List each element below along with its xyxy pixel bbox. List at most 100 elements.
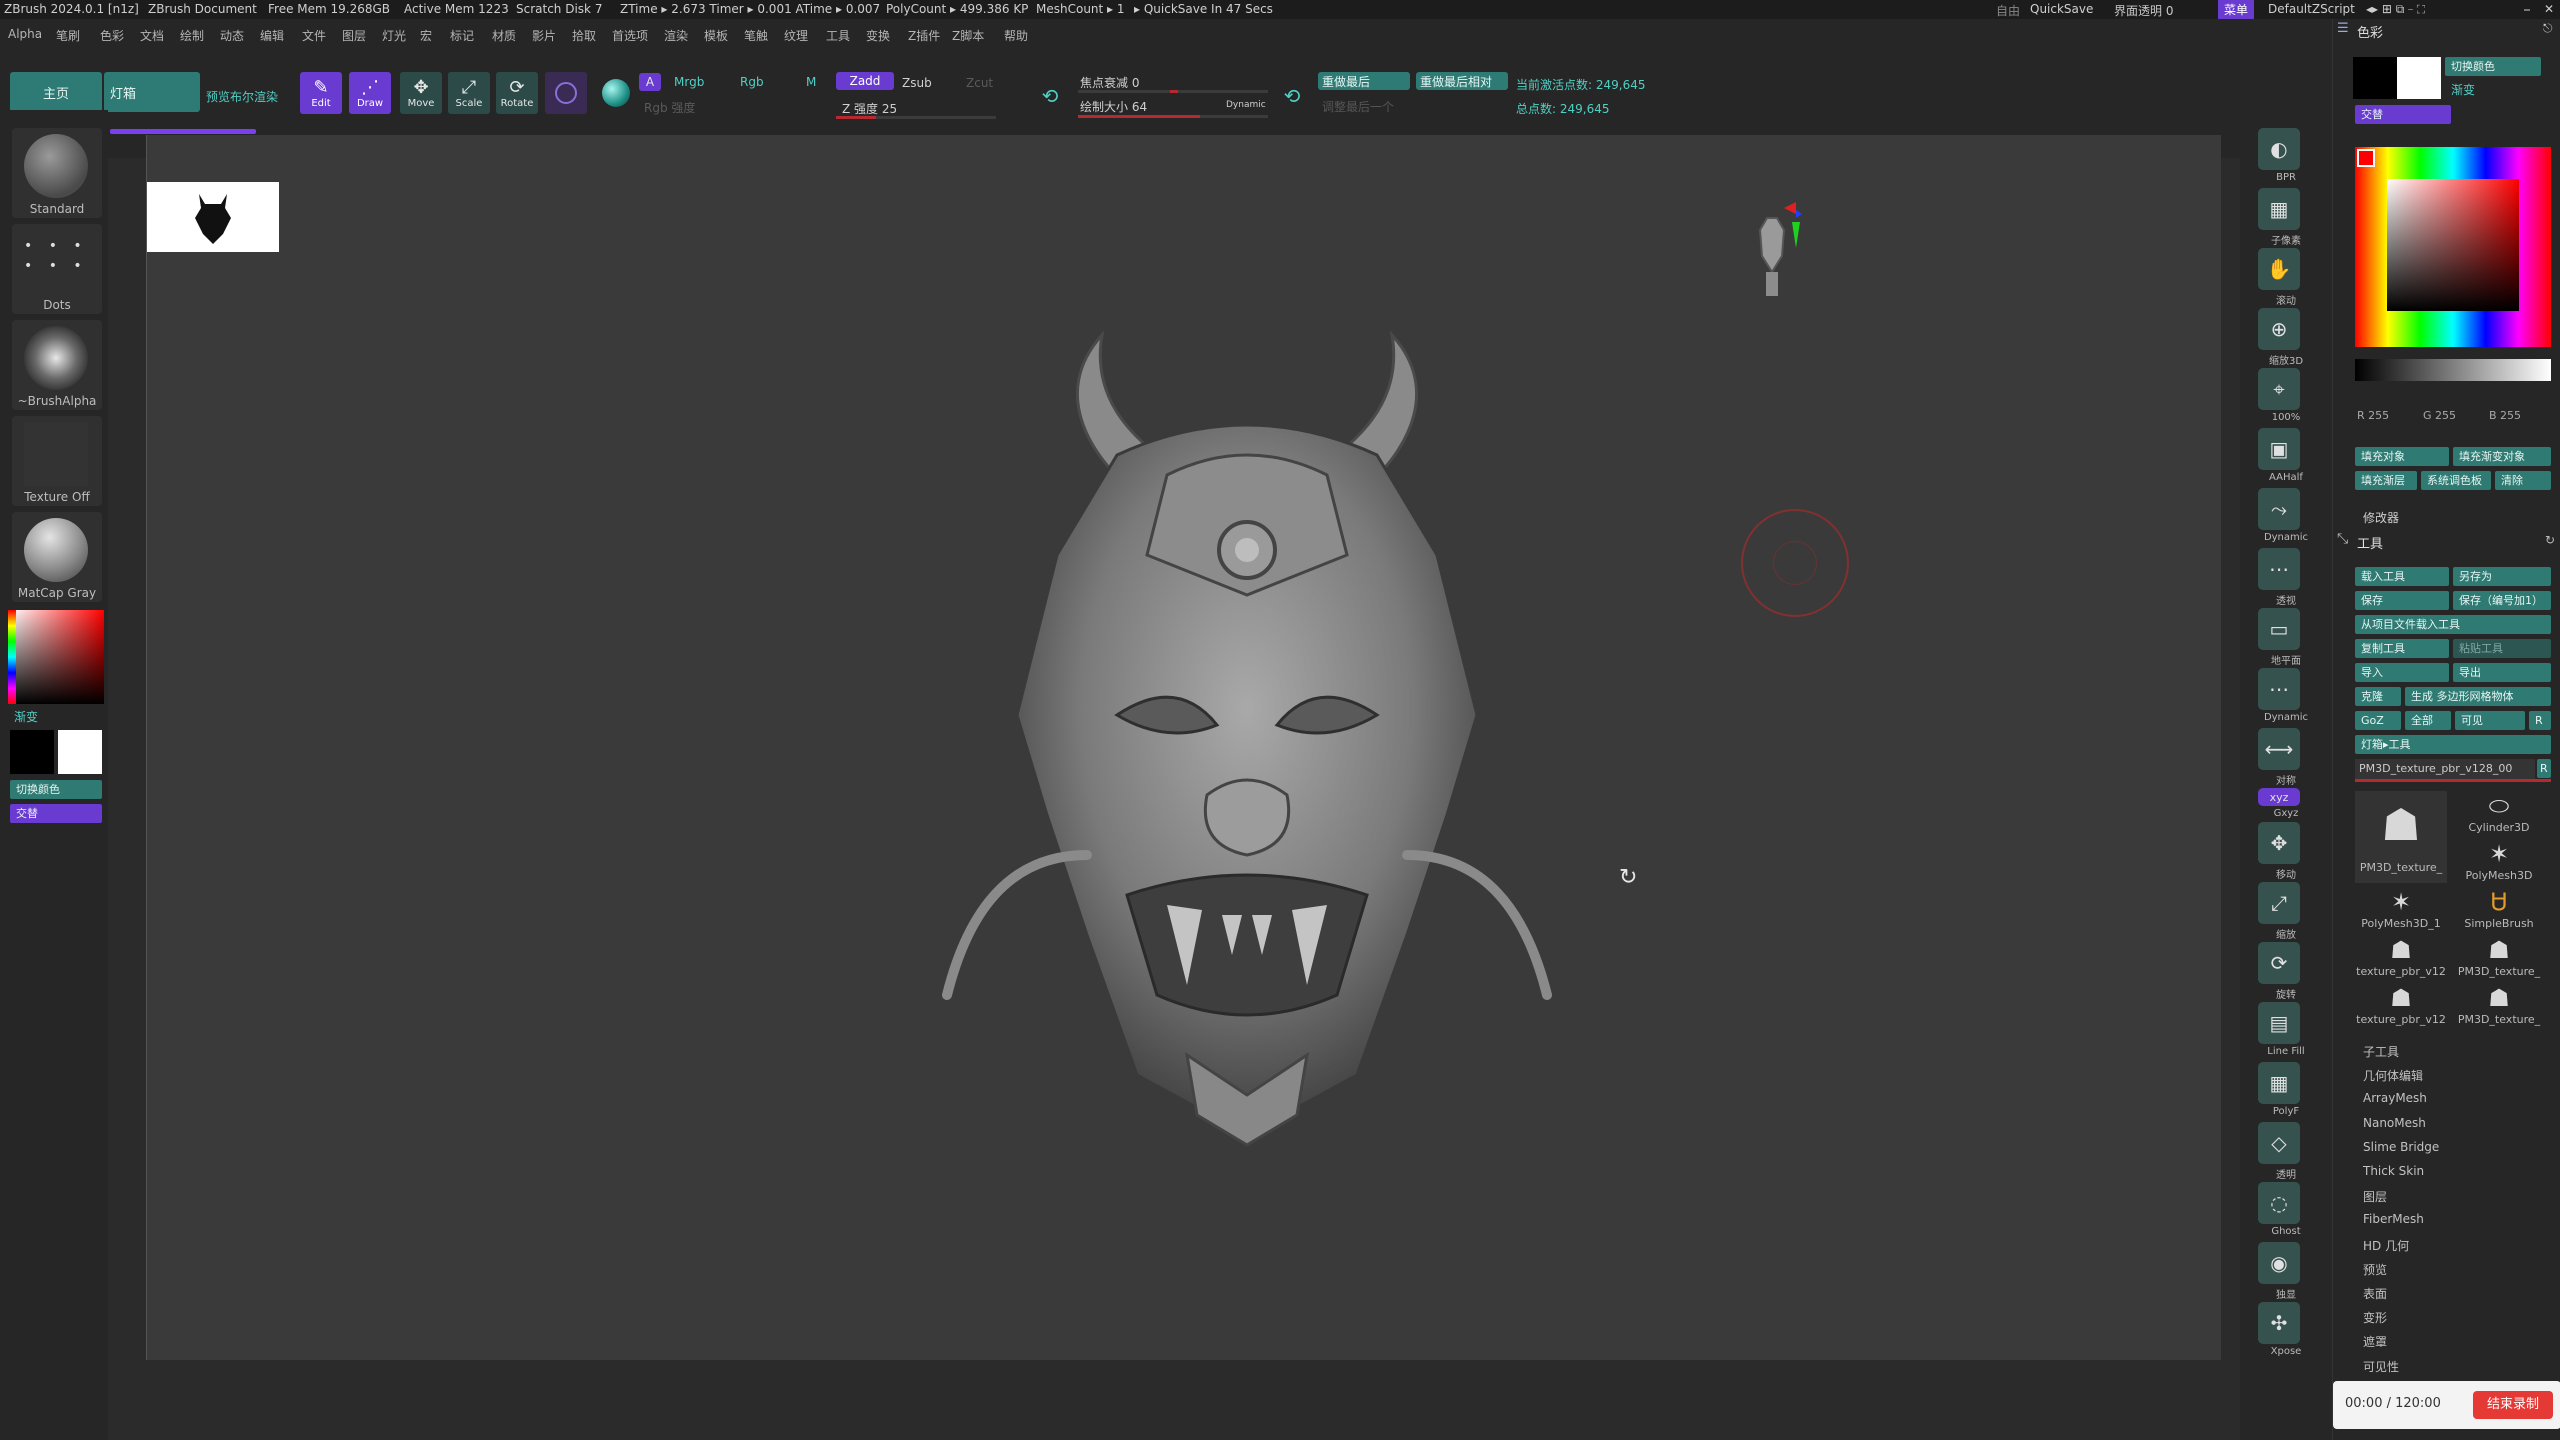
focal-shift-track[interactable] (1078, 90, 1268, 93)
rgb-toggle[interactable]: Rgb (740, 75, 764, 89)
menu-item[interactable]: 材质 (492, 27, 516, 44)
menu-item[interactable]: 文档 (140, 27, 164, 44)
menu-item[interactable]: 渲染 (664, 27, 688, 44)
menu-button[interactable]: 菜单 (2218, 0, 2255, 19)
tool-thumbnail[interactable]: ☗ texture_pbr_v12 (2355, 935, 2447, 979)
edit-button[interactable]: ✎ Edit (300, 72, 342, 114)
viewport-canvas[interactable]: ↻ (146, 135, 2221, 1360)
g-slider[interactable]: G 255 (2423, 409, 2456, 422)
menu-item[interactable]: 文件 (302, 27, 326, 44)
dynamic-toggle[interactable]: Dynamic (1226, 100, 1266, 110)
tool-palette-refresh-icon[interactable]: ↻ (2545, 533, 2555, 547)
subpalette-header[interactable]: Thick Skin (2363, 1164, 2424, 1178)
subpalette-header[interactable]: 可见性 (2363, 1358, 2399, 1375)
ui-transparency-slider[interactable]: 界面透明 0 (2114, 2, 2173, 19)
stroke-dots[interactable]: • • • • • • Dots (12, 224, 102, 314)
current-tool-slider[interactable]: PM3D_texture_pbr_v128_00 (2355, 759, 2535, 779)
subpalette-header[interactable]: 几何体编辑 (2363, 1067, 2423, 1084)
texture-off[interactable]: Texture Off (12, 416, 102, 506)
subpalette-header[interactable]: ArrayMesh (2363, 1091, 2427, 1105)
save-as-button[interactable]: 另存为 (2453, 567, 2551, 586)
clone-button[interactable]: 克隆 (2355, 687, 2401, 706)
palette-close-icon[interactable]: ⎋ (2543, 21, 2553, 36)
subpalette-header[interactable]: HD 几何 (2363, 1237, 2409, 1254)
focal-shift-slider[interactable]: 焦点衰减 0 (1080, 74, 1139, 91)
default-zscript-button[interactable]: DefaultZScript (2268, 2, 2355, 16)
tool-xpose-button[interactable]: ✣ (2258, 1302, 2300, 1344)
zsub-toggle[interactable]: Zsub (902, 76, 932, 90)
tool-thumbnail[interactable]: ☗ PM3D_texture_ (2453, 935, 2545, 979)
subpalette-header[interactable]: 预览 (2363, 1261, 2387, 1278)
move-button[interactable]: ✥ Move (400, 72, 442, 114)
menu-item[interactable]: 纹理 (784, 27, 808, 44)
import-button[interactable]: 导入 (2355, 663, 2449, 682)
tool-thumbnail[interactable]: ⬭ Cylinder3D (2453, 791, 2545, 835)
tool-gxyz-button[interactable]: xyz (2258, 788, 2300, 806)
menu-item[interactable]: 笔触 (744, 27, 768, 44)
switch-color-button[interactable]: 切换颜色 (10, 780, 102, 799)
tool-bpr-button[interactable]: ◐ (2258, 128, 2300, 170)
tool-linefill-button[interactable]: ▤ (2258, 1002, 2300, 1044)
menu-item[interactable]: 图层 (342, 27, 366, 44)
tool-floor-button[interactable]: ▭ (2258, 608, 2300, 650)
tool-thumbnail[interactable]: ☗ PM3D_texture_ (2453, 983, 2545, 1027)
zcut-toggle[interactable]: Zcut (966, 76, 993, 90)
menu-item[interactable]: 模板 (704, 27, 728, 44)
tool-sym-button[interactable]: ⟷ (2258, 728, 2300, 770)
draw-button[interactable]: ⋰ Draw (349, 72, 391, 114)
orientation-gizmo[interactable] (1742, 200, 1802, 304)
sys-palette-button[interactable]: 系统调色板 (2421, 471, 2491, 490)
tool-scale-button[interactable]: ⤢ (2258, 882, 2300, 924)
color-palette-header[interactable]: ☰ 色彩 ⎋ (2333, 19, 2560, 41)
draw-size-slider[interactable] (1078, 115, 1268, 118)
quicksave-button[interactable]: QuickSave (2030, 2, 2093, 16)
tool-rotate-button[interactable]: ⟳ (2258, 942, 2300, 984)
alternate-button[interactable]: 交替 (2355, 105, 2451, 124)
menu-item[interactable]: 帮助 (1004, 27, 1028, 44)
subpalette-header[interactable]: 子工具 (2363, 1043, 2399, 1060)
demon-mask-model[interactable] (887, 295, 1607, 1175)
subpalette-header[interactable]: Slime Bridge (2363, 1140, 2439, 1154)
tool-palette-grip-icon[interactable]: ⤡ (2337, 531, 2348, 547)
tool-thumbnail[interactable]: ✶ PolyMesh3D_1 (2355, 887, 2447, 931)
menu-item[interactable]: 拾取 (572, 27, 596, 44)
subpalette-header[interactable]: 表面 (2363, 1285, 2387, 1302)
load-from-project-button[interactable]: 从项目文件载入工具 (2355, 615, 2551, 634)
menu-item[interactable]: 绘制 (180, 27, 204, 44)
subpalette-header[interactable]: FiberMesh (2363, 1212, 2424, 1226)
paste-tool-button[interactable]: 粘贴工具 (2453, 639, 2551, 658)
menu-item[interactable]: 灯光 (382, 27, 406, 44)
menu-item[interactable]: 笔刷 (56, 27, 80, 44)
tool-persp-button[interactable]: ⋯ (2258, 548, 2300, 590)
tool-transp-button[interactable]: ◇ (2258, 1122, 2300, 1164)
subpalette-header[interactable]: 图层 (2363, 1188, 2387, 1205)
color-picker[interactable] (8, 610, 104, 704)
tool-thumbnail[interactable]: Ꮜ SimpleBrush (2453, 887, 2545, 931)
tool-dynamic-button[interactable]: ⤳ (2258, 488, 2300, 530)
gradient-toggle[interactable]: 渐变 (2451, 81, 2475, 98)
b-slider[interactable]: B 255 (2489, 409, 2521, 422)
modifiers-header[interactable]: 修改器 (2363, 509, 2399, 526)
replay-last-button[interactable]: 重做最后 (1318, 72, 1410, 90)
hue-ring[interactable] (2355, 147, 2551, 347)
main-color-swatch[interactable] (58, 730, 102, 774)
menu-item[interactable]: 色彩 (100, 27, 124, 44)
tool-scroll-button[interactable]: ✋ (2258, 248, 2300, 290)
adjust-last-slider[interactable]: 调整最后一个 (1322, 98, 1394, 115)
save-increment-button[interactable]: 保存（编号加1） (2453, 591, 2551, 610)
tab-home[interactable]: 主页 (10, 72, 102, 112)
secondary-color-swatch[interactable] (2353, 57, 2397, 99)
current-tool-r-button[interactable]: R (2537, 759, 2551, 778)
switch-color-button[interactable]: 切换颜色 (2445, 57, 2541, 76)
tool-thumbnail[interactable]: ☗ PM3D_texture_ (2355, 791, 2447, 883)
clear-button[interactable]: 清除 (2495, 471, 2551, 490)
mrgb-toggle[interactable]: Mrgb (674, 75, 704, 89)
goz-button[interactable]: GoZ (2355, 711, 2401, 730)
local-symmetry-icon[interactable]: ⟲ (1036, 82, 1064, 110)
m-toggle[interactable]: M (806, 75, 816, 89)
replay-last-relative-button[interactable]: 重做最后相对 (1416, 72, 1508, 90)
tool-subpixel-button[interactable]: ▦ (2258, 188, 2300, 230)
menu-item[interactable]: 工具 (826, 27, 850, 44)
tool-polyf-button[interactable]: ▦ (2258, 1062, 2300, 1104)
material-matcap-gray[interactable]: MatCap Gray (12, 512, 102, 602)
